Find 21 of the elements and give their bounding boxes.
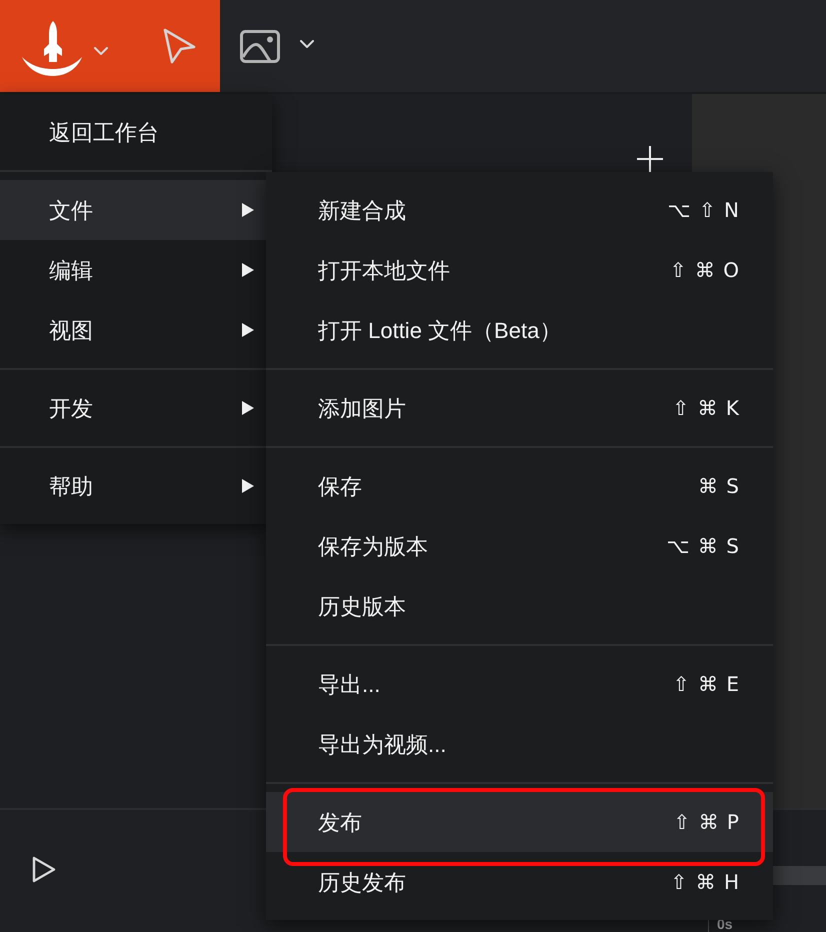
submenu-item[interactable]: 导出为视频...	[266, 714, 773, 774]
shortcut-label: ⌥ ⇧ N	[668, 197, 740, 224]
cursor-arrow-icon[interactable]	[162, 27, 196, 65]
shortcut-label: ⌘ S	[698, 473, 740, 500]
shortcut-label: ⇧ ⌘ O	[670, 257, 740, 284]
shortcut-label: ⇧ ⌘ E	[672, 671, 740, 698]
submenu-item[interactable]: 发布 ⇧ ⌘ P	[266, 792, 773, 852]
menu-item[interactable]: 返回工作台	[0, 102, 272, 162]
shortcut-label: ⇧ ⌘ K	[672, 395, 740, 422]
play-icon[interactable]	[32, 856, 56, 883]
submenu-item[interactable]: 保存为版本 ⌥ ⌘ S	[266, 516, 773, 576]
submenu-item[interactable]: 历史版本	[266, 576, 773, 636]
submenu-item[interactable]: 历史发布 ⇧ ⌘ H	[266, 852, 773, 912]
shortcut-label: ⇧ ⌘ P	[673, 809, 740, 836]
shortcut-label: ⌥ ⌘ S	[666, 533, 740, 560]
submenu-item[interactable]: 导出... ⇧ ⌘ E	[266, 654, 773, 714]
image-icon[interactable]	[240, 30, 280, 62]
chevron-down-icon[interactable]	[300, 40, 314, 48]
plus-icon[interactable]	[637, 146, 663, 172]
rocket-logo-icon[interactable]	[22, 20, 82, 76]
shortcut-label: ⇧ ⌘ H	[670, 869, 740, 896]
